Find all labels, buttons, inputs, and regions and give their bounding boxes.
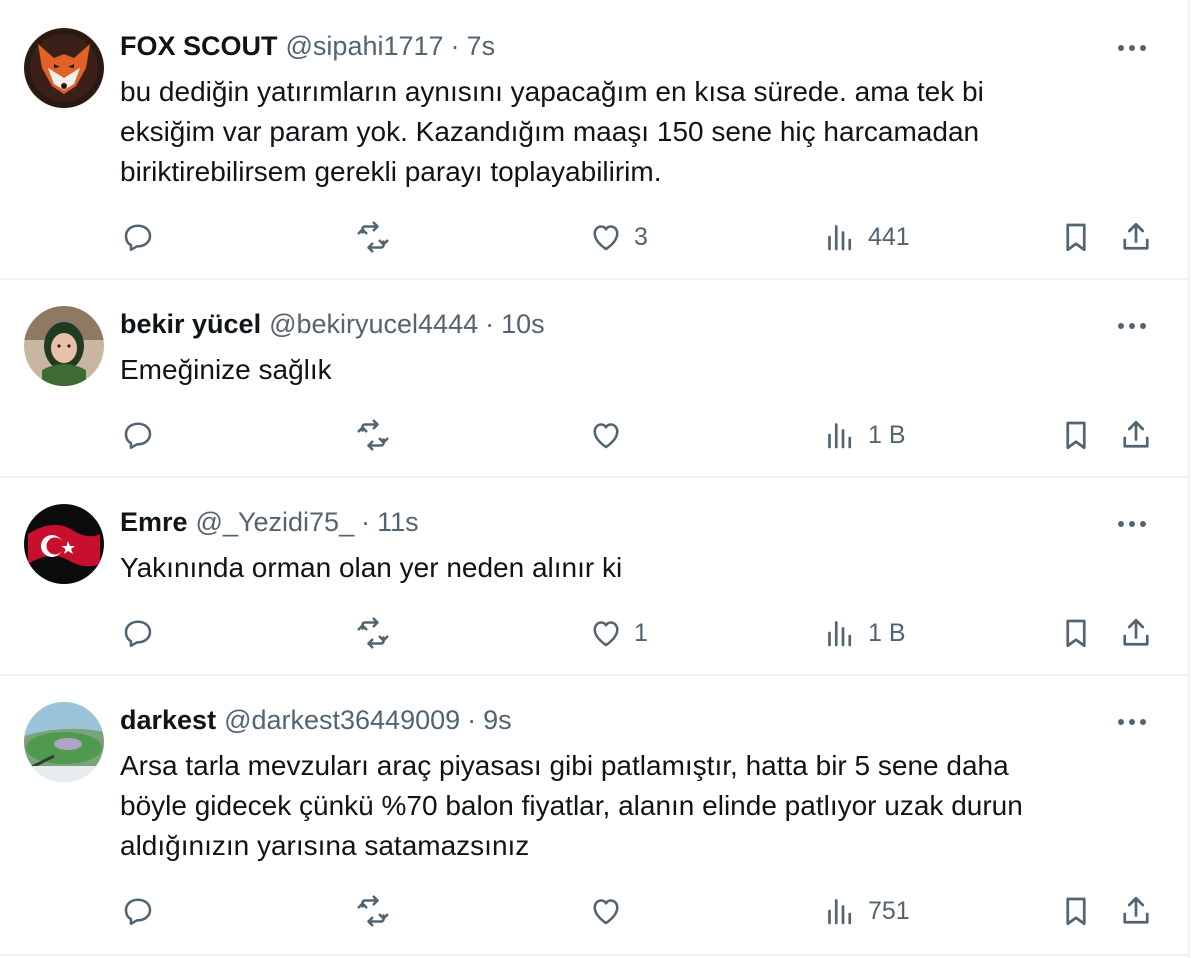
- more-options-button[interactable]: [1114, 30, 1150, 66]
- like-button[interactable]: 3: [588, 213, 648, 261]
- view-count: 751: [868, 896, 910, 925]
- more-options-button[interactable]: [1114, 704, 1150, 740]
- timestamp[interactable]: 9s: [483, 705, 512, 736]
- share-icon: [1123, 420, 1149, 448]
- analytics-icon: [828, 899, 852, 925]
- separator-dot: ·: [467, 704, 477, 735]
- separator-dot: ·: [361, 506, 371, 537]
- bookmark-button[interactable]: [1058, 887, 1094, 935]
- timestamp[interactable]: 7s: [467, 31, 496, 62]
- tweet-text: Arsa tarla mevzuları araç piyasası gibi …: [120, 750, 1023, 861]
- views-button[interactable]: 751: [822, 887, 910, 935]
- share-button[interactable]: [1118, 213, 1154, 261]
- tweet-text: Emeğinize sağlık: [120, 354, 332, 385]
- author-handle[interactable]: @_Yezidi75_: [196, 507, 355, 538]
- action-bar: 751: [0, 887, 1188, 935]
- author-handle[interactable]: @bekiryucel4444: [269, 309, 478, 340]
- tweet-text: bu dediğin yatırımların aynısını yapacağ…: [120, 76, 984, 187]
- reply-button[interactable]: [120, 609, 156, 657]
- tweet-text: Yakınında orman olan yer neden alınır ki: [120, 552, 623, 583]
- bookmark-button[interactable]: [1058, 213, 1094, 261]
- bookmark-icon: [1066, 421, 1086, 450]
- author-name[interactable]: FOX SCOUT: [120, 31, 278, 62]
- green-abstract-icon: [24, 702, 104, 782]
- views-button[interactable]: 1 B: [822, 609, 906, 657]
- share-button[interactable]: [1118, 887, 1154, 935]
- reply-tweet[interactable]: darkest @darkest36449009 · 9s Arsa tarla…: [0, 676, 1188, 956]
- bookmark-button[interactable]: [1058, 609, 1094, 657]
- timestamp[interactable]: 10s: [501, 309, 545, 340]
- heart-icon: [593, 621, 619, 647]
- view-count: 1 B: [868, 618, 906, 647]
- reply-tweet[interactable]: FOX SCOUT @sipahi1717 · 7s bu dediğin ya…: [0, 0, 1188, 280]
- views-button[interactable]: 1 B: [822, 411, 906, 459]
- bookmark-icon: [1066, 897, 1086, 926]
- share-button[interactable]: [1118, 411, 1154, 459]
- like-button[interactable]: [588, 887, 634, 935]
- avatar[interactable]: [24, 306, 104, 386]
- views-button[interactable]: 441: [822, 213, 910, 261]
- author-name[interactable]: darkest: [120, 705, 216, 736]
- more-dots-icon: [1118, 521, 1146, 527]
- repost-button[interactable]: [355, 213, 391, 261]
- timestamp[interactable]: 11s: [377, 507, 419, 538]
- view-count: 441: [868, 222, 910, 251]
- repost-icon: [357, 419, 389, 451]
- repost-icon: [357, 895, 389, 927]
- heart-icon: [593, 225, 619, 251]
- author-name[interactable]: bekir yücel: [120, 309, 261, 340]
- share-icon: [1123, 618, 1149, 646]
- avatar[interactable]: [24, 504, 104, 584]
- action-bar: 3 441: [0, 213, 1188, 261]
- share-icon: [1123, 222, 1149, 250]
- repost-button[interactable]: [355, 411, 391, 459]
- more-dots-icon: [1118, 323, 1146, 329]
- reply-button[interactable]: [120, 887, 156, 935]
- author-handle[interactable]: @darkest36449009: [224, 705, 460, 736]
- like-count: 3: [634, 222, 648, 251]
- avatar[interactable]: [24, 28, 104, 108]
- analytics-icon: [828, 423, 852, 449]
- separator-dot: ·: [450, 30, 460, 61]
- avatar[interactable]: [24, 702, 104, 782]
- reply-icon: [124, 422, 152, 450]
- repost-button[interactable]: [355, 609, 391, 657]
- heart-icon: [593, 899, 619, 925]
- reply-icon: [124, 620, 152, 648]
- author-handle[interactable]: @sipahi1717: [286, 31, 444, 62]
- repost-button[interactable]: [355, 887, 391, 935]
- analytics-icon: [828, 225, 852, 251]
- bookmark-icon: [1066, 619, 1086, 648]
- view-count: 1 B: [868, 420, 906, 449]
- reply-button[interactable]: [120, 411, 156, 459]
- like-count: 1: [634, 618, 648, 647]
- reply-icon: [124, 898, 152, 926]
- more-dots-icon: [1118, 719, 1146, 725]
- heart-icon: [593, 423, 619, 449]
- reply-tweet[interactable]: bekir yücel @bekiryucel4444 · 10s Emeğin…: [0, 280, 1188, 478]
- more-options-button[interactable]: [1114, 308, 1150, 344]
- share-button[interactable]: [1118, 609, 1154, 657]
- like-button[interactable]: [588, 411, 634, 459]
- repost-icon: [357, 221, 389, 253]
- fox-logo-icon: [24, 28, 104, 108]
- separator-dot: ·: [485, 308, 495, 339]
- reply-tweet[interactable]: Emre @_Yezidi75_ · 11s Yakınında orman o…: [0, 478, 1188, 676]
- bookmark-icon: [1066, 223, 1086, 252]
- more-options-button[interactable]: [1114, 506, 1150, 542]
- like-button[interactable]: 1: [588, 609, 648, 657]
- action-bar: 1 B: [0, 411, 1188, 459]
- action-bar: 1 1 B: [0, 609, 1188, 657]
- reply-button[interactable]: [120, 213, 156, 261]
- author-name[interactable]: Emre: [120, 507, 188, 538]
- reply-feed: FOX SCOUT @sipahi1717 · 7s bu dediğin ya…: [0, 0, 1190, 958]
- bookmark-button[interactable]: [1058, 411, 1094, 459]
- child-photo-icon: [24, 306, 104, 386]
- share-icon: [1123, 896, 1149, 924]
- reply-icon: [124, 224, 152, 252]
- analytics-icon: [828, 621, 852, 647]
- repost-icon: [357, 617, 389, 649]
- turkish-flag-icon: [24, 504, 104, 584]
- more-dots-icon: [1118, 45, 1146, 51]
